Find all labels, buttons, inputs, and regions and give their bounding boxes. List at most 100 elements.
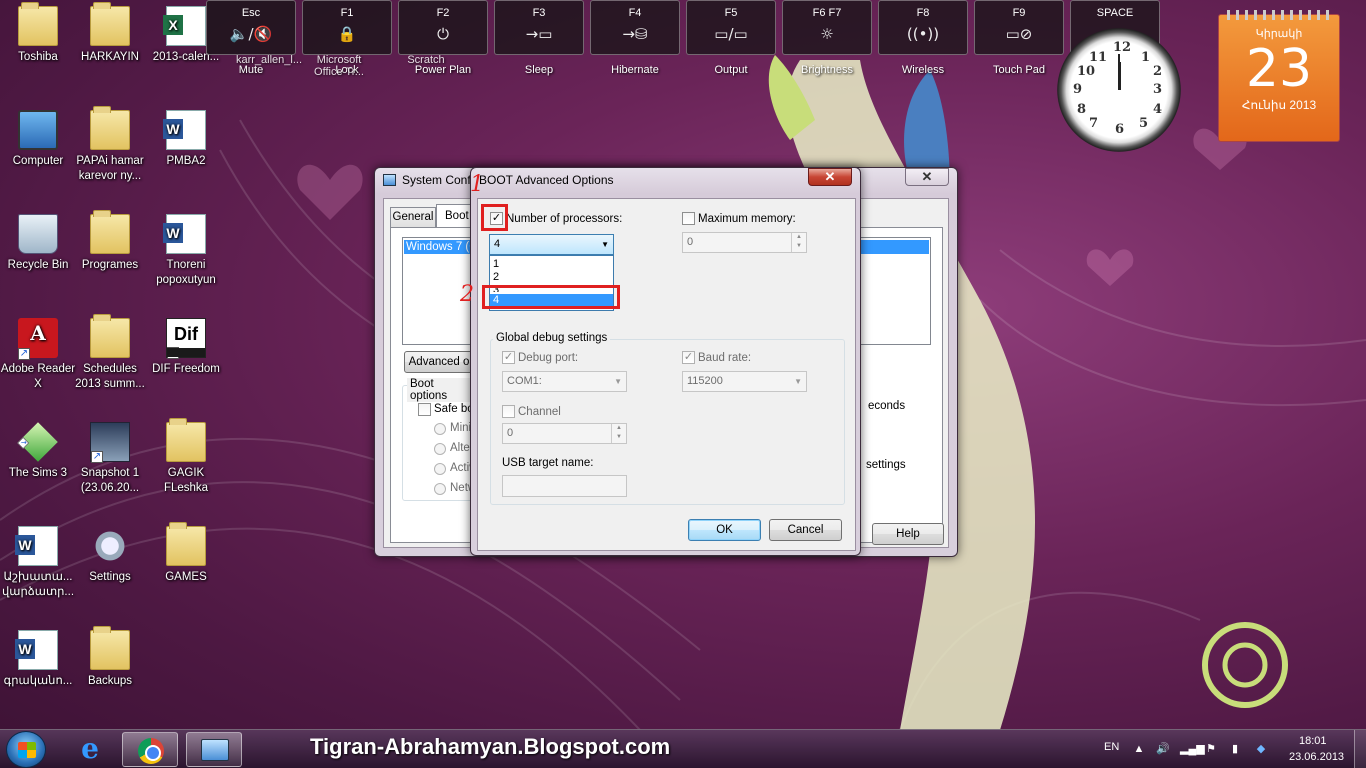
annotation-number-1: 1 — [470, 172, 484, 197]
desktop-icon[interactable]: PAPAi hamar karevor ny... — [72, 106, 148, 184]
desktop-icon[interactable]: Schedules 2013 summ... — [72, 314, 148, 392]
processor-option-1[interactable]: 1 — [490, 258, 613, 271]
radio-active-directory[interactable] — [434, 463, 446, 475]
desktop-icon-label-behind-osd: Microsoft Office Tr... — [314, 54, 364, 78]
desktop-icon[interactable]: Computer — [0, 110, 76, 169]
word-document-icon — [15, 526, 58, 566]
desktop-icon[interactable]: GAGIK FLeshka — [148, 418, 224, 496]
desktop-icon[interactable]: Աշխատա... վարձատր... — [0, 526, 76, 600]
annotation-number-2: 2 — [460, 282, 474, 307]
osd-key-touch-pad: F9 ▭⊘ — [974, 0, 1064, 55]
combo-arrow-icon: ▼ — [601, 240, 609, 249]
touchpad-icon: ▭⊘ — [1005, 25, 1033, 43]
desktop-icon[interactable]: Dif ↗ DIF Freedom — [148, 318, 224, 377]
desktop-icon[interactable]: GAMES — [148, 522, 224, 585]
maximum-memory-input[interactable]: 0 ▲ ▼ — [682, 232, 807, 253]
maximum-memory-spinner[interactable]: ▲ ▼ — [791, 233, 806, 252]
show-hidden-icons-icon[interactable]: ▲ — [1132, 742, 1146, 756]
word-document-icon — [163, 110, 206, 150]
cancel-button[interactable]: Cancel — [769, 519, 842, 541]
folder-icon — [166, 522, 206, 566]
desktop-icon[interactable]: Tnoreni popoxutyun — [148, 214, 224, 288]
start-button[interactable] — [6, 731, 46, 768]
desktop-icon-label: Recycle Bin — [7, 259, 69, 271]
number-of-processors-label: Number of processors: — [506, 213, 623, 225]
desktop-icon[interactable]: Programes — [72, 210, 148, 273]
radio-minimal[interactable] — [434, 423, 446, 435]
shortcut-arrow-icon: ↗ — [17, 437, 30, 449]
volume-icon[interactable]: 🔊 — [1156, 742, 1170, 756]
desktop-icon-label: PMBA2 — [166, 155, 206, 167]
advanced-options-button[interactable]: Advanced o — [404, 351, 474, 373]
radio-alternate[interactable] — [434, 443, 446, 455]
sleep-icon: →▭ — [525, 25, 553, 43]
baud-rate-checkbox[interactable]: ✓ — [682, 351, 695, 364]
flag-action-center-icon[interactable]: ⚑ — [1204, 742, 1218, 756]
desktop-icon[interactable]: ↗ Snapshot 1 (23.06.20... — [72, 422, 148, 496]
desktop-icon[interactable]: Settings — [72, 526, 148, 585]
timeout-seconds-label: econds — [868, 400, 906, 412]
help-button[interactable]: Help — [872, 523, 944, 545]
ok-button[interactable]: OK — [688, 519, 761, 541]
clock-date[interactable]: 23.06.2013 — [1289, 751, 1344, 763]
channel-checkbox[interactable] — [502, 405, 515, 418]
snapshot-icon: ↗ — [90, 422, 130, 463]
taskbar-chrome[interactable] — [122, 732, 178, 767]
debug-port-checkbox[interactable]: ✓ — [502, 351, 515, 364]
osd-key-label: Touch Pad — [993, 64, 1045, 76]
network-signal-icon[interactable]: ▂▄▆ — [1180, 742, 1205, 756]
desktop-icon[interactable]: ↗ The Sims 3 — [0, 422, 76, 481]
maximum-memory-checkbox[interactable] — [682, 212, 695, 225]
language-indicator[interactable]: EN — [1104, 741, 1119, 753]
radio-network[interactable] — [434, 483, 446, 495]
taskbar-internet-explorer[interactable]: e — [62, 732, 118, 767]
show-desktop-button[interactable] — [1354, 730, 1366, 768]
dropbox-icon[interactable]: ◆ — [1254, 742, 1268, 756]
internet-explorer-icon: e — [81, 732, 99, 765]
chrome-icon — [138, 738, 164, 764]
sysconfig-close-button[interactable]: ✕ — [905, 168, 949, 186]
tab-general[interactable]: General — [390, 207, 436, 227]
desktop-icon[interactable]: HARKAYIN — [72, 2, 148, 65]
clock-time[interactable]: 18:01 — [1299, 735, 1327, 747]
number-of-processors-combobox[interactable]: 4 ▼ — [489, 234, 614, 255]
desktop-icon[interactable]: ↗ Adobe Reader X — [0, 318, 76, 392]
desktop-icon[interactable]: գրականո... — [0, 630, 76, 689]
desktop-icon[interactable]: PMBA2 — [148, 110, 224, 169]
osd-key-name: Esc — [241, 7, 261, 19]
processor-option-2[interactable]: 2 — [490, 271, 613, 284]
osd-key-output: F5 ▭/▭ — [686, 0, 776, 55]
power-plan-icon: ⏻ — [437, 25, 449, 43]
channel-label: Channel — [518, 406, 561, 418]
channel-spinner[interactable]: ▲ ▼ — [611, 424, 626, 443]
osd-key-wireless: F8 ((•)) — [878, 0, 968, 55]
brightness-icon: ☼ — [820, 25, 834, 43]
desktop-icon[interactable]: Toshiba — [0, 2, 76, 65]
computer-icon — [18, 110, 58, 150]
osd-key-label: Brightness — [801, 64, 853, 76]
baud-rate-combobox[interactable]: 115200 ▼ — [682, 371, 807, 392]
osd-key-label: Sleep — [524, 64, 554, 76]
debug-port-label: Debug port: — [518, 352, 579, 364]
advanced-options-close-button[interactable]: ✕ — [808, 168, 852, 186]
power-icon[interactable]: ▮ — [1228, 742, 1242, 756]
debug-port-combobox[interactable]: COM1: ▼ — [502, 371, 627, 392]
osd-key-name: F2 — [436, 7, 450, 19]
display-output-icon: ▭/▭ — [714, 25, 748, 43]
msconfig-icon — [201, 739, 229, 761]
shortcut-arrow-icon: ↗ — [91, 451, 103, 463]
desktop-icon[interactable]: Recycle Bin — [0, 214, 76, 273]
channel-input[interactable]: 0 ▲ ▼ — [502, 423, 627, 444]
safe-boot-checkbox[interactable] — [418, 403, 431, 416]
advanced-options-titlebar[interactable]: BOOT Advanced Options ✕ — [471, 168, 860, 192]
osd-key-name: F1 — [340, 7, 354, 19]
desktop-icon[interactable]: Backups — [72, 626, 148, 689]
desktop-icon-label: The Sims 3 — [8, 467, 68, 479]
osd-key-mute: Esc 🔈/🔇 — [206, 0, 296, 55]
global-debug-settings-title: Global debug settings — [493, 332, 611, 344]
usb-target-name-input[interactable] — [502, 475, 627, 497]
sysconfig-title: System Conf — [402, 173, 471, 187]
taskbar-system-configuration[interactable] — [186, 732, 242, 767]
adobe-reader-icon: ↗ — [18, 318, 58, 360]
excel-document-icon — [163, 6, 206, 46]
